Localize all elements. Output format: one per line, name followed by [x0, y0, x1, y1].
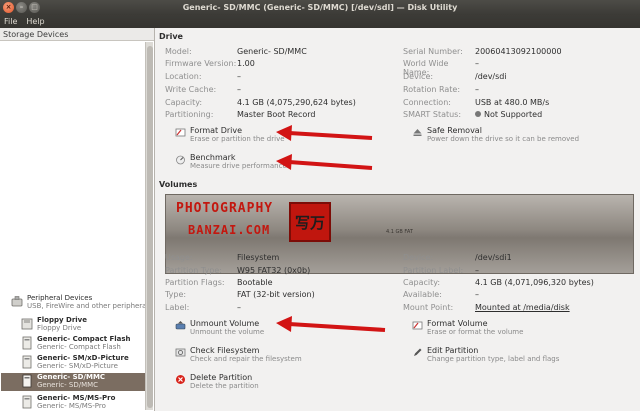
arrow-unmount-volume — [276, 316, 386, 332]
arrow-format-drive — [276, 125, 373, 141]
arrow-benchmark — [276, 154, 373, 170]
annotation-arrows — [276, 125, 386, 332]
